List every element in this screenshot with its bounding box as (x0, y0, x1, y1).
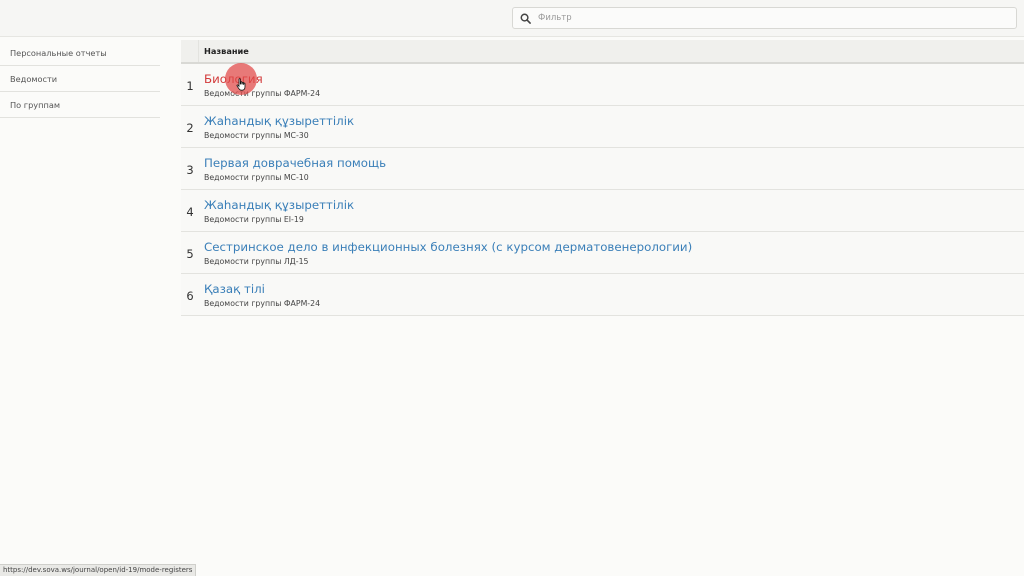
status-bar-url: https://dev.sova.ws/journal/open/id-19/m… (0, 564, 197, 576)
sidebar-item-by-groups[interactable]: По группам (0, 92, 160, 118)
row-cell: Жаһандық құзыреттілік Ведомости группы Е… (199, 198, 354, 224)
row-number: 1 (186, 78, 194, 93)
table-row: 1 Биология Ведомости группы ФАРМ-24 (181, 64, 1024, 106)
subject-link[interactable]: Сестринское дело в инфекционных болезнях… (204, 240, 692, 255)
group-caption: Ведомости группы МС-10 (204, 172, 309, 182)
table-row: 3 Первая доврачебная помощь Ведомости гр… (181, 148, 1024, 190)
sidebar: Персональные отчеты Ведомости По группам (0, 40, 160, 118)
row-cell: Первая доврачебная помощь Ведомости груп… (199, 156, 386, 182)
row-number: 6 (186, 288, 194, 303)
group-caption: Ведомости группы ЕІ-19 (204, 214, 304, 224)
table-header: Название (181, 40, 1024, 64)
row-cell: Жаһандық құзыреттілік Ведомости группы М… (199, 114, 354, 140)
table-row: 6 Қазақ тілі Ведомости группы ФАРМ-24 (181, 274, 1024, 316)
sidebar-item-label: Персональные отчеты (10, 47, 107, 58)
number-column-header (181, 40, 199, 62)
subject-link[interactable]: Жаһандық құзыреттілік (204, 198, 354, 213)
table-row: 4 Жаһандық құзыреттілік Ведомости группы… (181, 190, 1024, 232)
table-row: 2 Жаһандық құзыреттілік Ведомости группы… (181, 106, 1024, 148)
registers-table: Название 1 Биология Ведомости группы ФАР… (181, 40, 1024, 316)
group-caption: Ведомости группы МС-30 (204, 130, 309, 140)
sidebar-item-registers[interactable]: Ведомости (0, 66, 160, 92)
subject-link[interactable]: Биология (204, 72, 320, 87)
subject-link[interactable]: Жаһандық құзыреттілік (204, 114, 354, 129)
row-number: 3 (186, 162, 194, 177)
group-caption: Ведомости группы ФАРМ-24 (204, 298, 321, 308)
row-cell: Биология Ведомости группы ФАРМ-24 (199, 72, 320, 98)
row-number: 2 (186, 120, 194, 135)
top-bar (0, 0, 1024, 37)
row-number: 4 (186, 204, 194, 219)
group-caption: Ведомости группы ФАРМ-24 (204, 88, 321, 98)
subject-link[interactable]: Қазақ тілі (204, 282, 320, 297)
sidebar-item-personal-reports[interactable]: Персональные отчеты (0, 40, 160, 66)
filter-input[interactable] (538, 13, 998, 23)
subject-link[interactable]: Первая доврачебная помощь (204, 156, 386, 171)
filter-search-box[interactable] (512, 7, 1017, 29)
row-number: 5 (186, 246, 194, 261)
row-cell: Қазақ тілі Ведомости группы ФАРМ-24 (199, 282, 320, 308)
search-icon (514, 8, 536, 28)
group-caption: Ведомости группы ЛД-15 (204, 256, 309, 266)
sidebar-item-label: По группам (10, 99, 61, 110)
sidebar-item-label: Ведомости (10, 73, 58, 84)
row-cell: Сестринское дело в инфекционных болезнях… (199, 240, 692, 266)
table-row: 5 Сестринское дело в инфекционных болезн… (181, 232, 1024, 274)
name-column-header: Название (204, 46, 249, 56)
